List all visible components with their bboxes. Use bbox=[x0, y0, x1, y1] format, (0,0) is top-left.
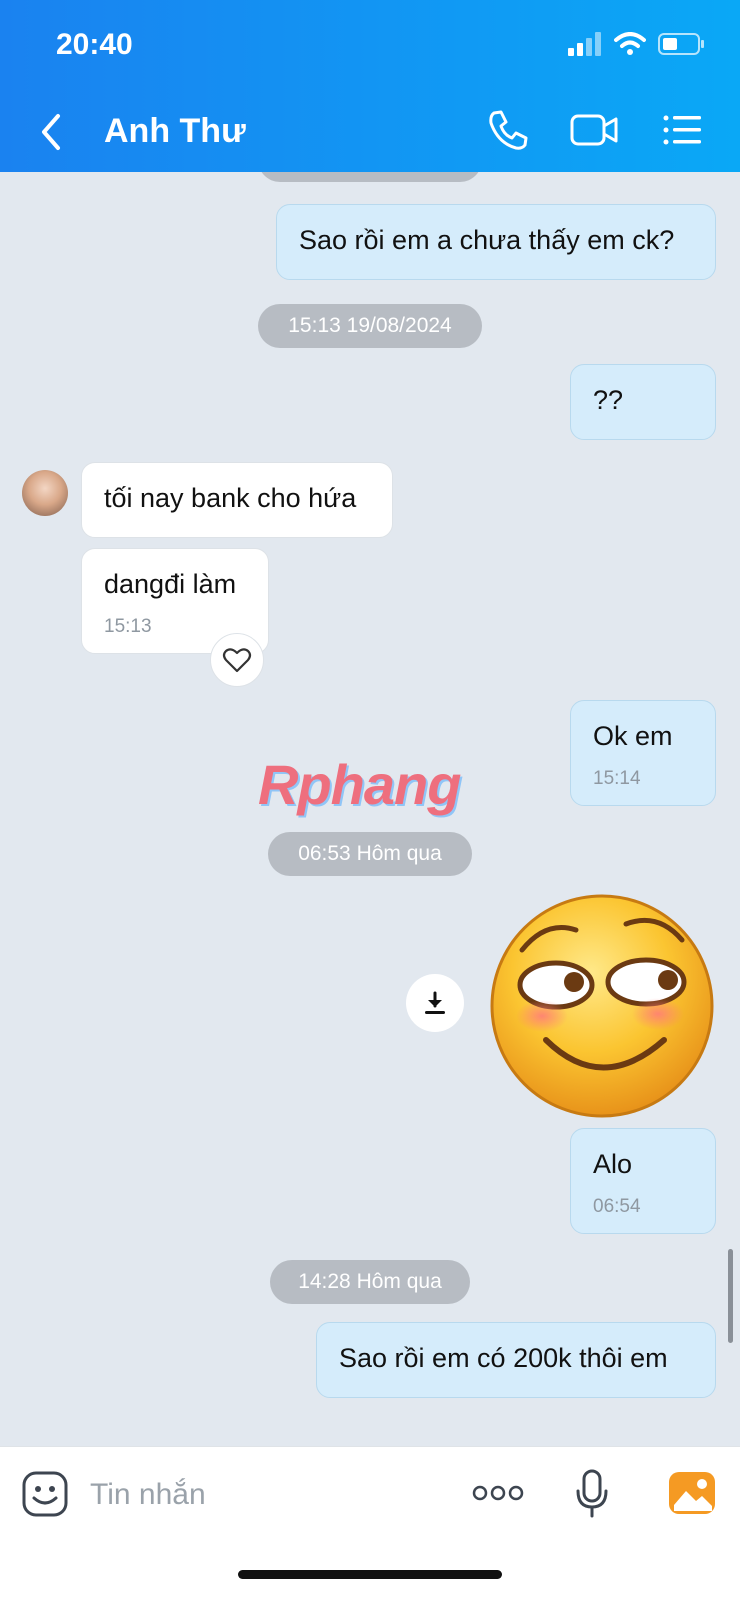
react-button[interactable] bbox=[210, 633, 264, 687]
message-bubble-incoming[interactable]: tối nay bank cho hứa bbox=[81, 462, 393, 538]
home-indicator bbox=[238, 1570, 502, 1579]
message-text: dangđi làm bbox=[104, 569, 237, 599]
chat-header: 20:40 Anh Thư bbox=[0, 0, 740, 172]
video-call-icon[interactable] bbox=[570, 108, 620, 152]
message-bubble-outgoing[interactable]: ?? bbox=[570, 364, 716, 440]
message-bubble-outgoing[interactable]: Alo 06:54 bbox=[570, 1128, 716, 1234]
wifi-icon bbox=[614, 32, 646, 55]
message-text: Sao rồi em có 200k thôi em bbox=[339, 1343, 668, 1373]
message-text: Alo bbox=[593, 1149, 633, 1179]
title-row: Anh Thư bbox=[0, 100, 740, 164]
status-time: 20:40 bbox=[56, 28, 133, 61]
avatar[interactable] bbox=[22, 470, 68, 516]
message-bubble-outgoing[interactable]: Sao rồi em có 200k thôi em bbox=[316, 1322, 716, 1398]
microphone-icon[interactable] bbox=[574, 1469, 610, 1519]
message-text: Ok em bbox=[593, 721, 673, 751]
date-separator: 14:28 Hôm qua bbox=[270, 1260, 470, 1304]
more-icon[interactable] bbox=[472, 1481, 524, 1505]
message-bubble-outgoing[interactable]: Sao rồi em a chưa thấy em ck? bbox=[276, 204, 716, 280]
message-text: tối nay bank cho hứa bbox=[104, 483, 357, 513]
scrollbar[interactable] bbox=[728, 1249, 733, 1343]
message-text: Sao rồi em a chưa thấy em ck? bbox=[299, 225, 675, 255]
contact-name[interactable]: Anh Thư bbox=[104, 112, 246, 151]
date-separator-partial bbox=[258, 172, 482, 182]
message-list[interactable]: Sao rồi em a chưa thấy em ck? 15:13 19/0… bbox=[0, 172, 740, 1446]
phone-icon[interactable] bbox=[486, 108, 530, 152]
battery-icon bbox=[658, 33, 704, 55]
message-bubble-outgoing[interactable]: Ok em 15:14 bbox=[570, 700, 716, 806]
download-icon bbox=[425, 991, 445, 1014]
heart-icon bbox=[222, 648, 252, 673]
message-input[interactable] bbox=[88, 1469, 432, 1521]
emoji-icon[interactable] bbox=[22, 1471, 68, 1517]
image-icon[interactable] bbox=[668, 1471, 716, 1515]
sticker-emoji[interactable] bbox=[486, 890, 718, 1122]
download-button[interactable] bbox=[406, 974, 464, 1032]
message-text: ?? bbox=[593, 385, 624, 415]
signal-icon bbox=[568, 32, 601, 56]
status-icons bbox=[568, 32, 706, 56]
message-time: 06:54 bbox=[593, 1196, 641, 1217]
message-time: 15:14 bbox=[593, 768, 641, 789]
menu-list-icon[interactable] bbox=[662, 108, 702, 152]
back-icon[interactable] bbox=[36, 110, 66, 154]
date-separator: 15:13 19/08/2024 bbox=[258, 304, 482, 348]
watermark-logo: Rphang bbox=[258, 753, 461, 816]
date-separator: 06:53 Hôm qua bbox=[268, 832, 472, 876]
